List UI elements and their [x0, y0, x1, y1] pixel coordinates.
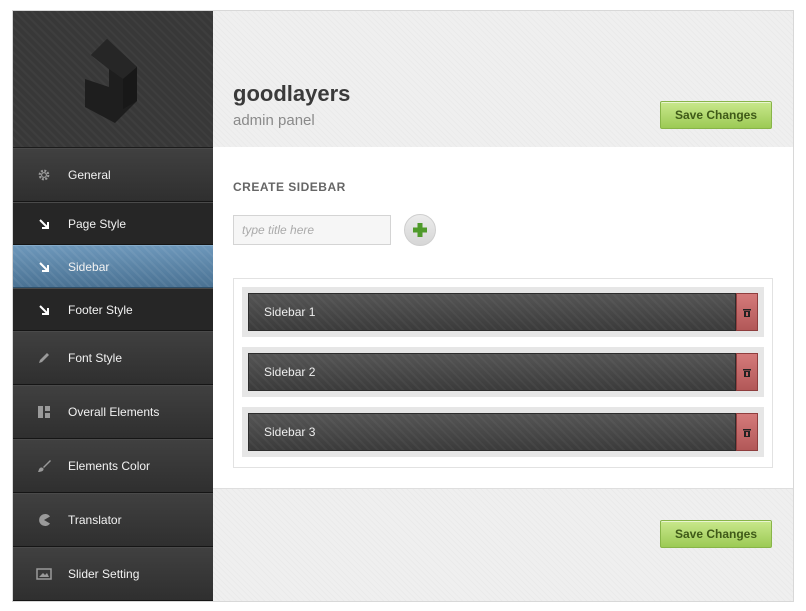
main-content: CREATE SIDEBAR Sidebar 1 Sidebar 2 Sideb…: [213, 147, 793, 489]
admin-panel: General Page Style Sidebar Footer Style: [13, 11, 793, 601]
sidebar-item-general[interactable]: General: [13, 148, 213, 202]
sidebar-item-bar[interactable]: Sidebar 2: [248, 353, 736, 391]
arrow-down-right-icon: [36, 259, 52, 275]
section-title: CREATE SIDEBAR: [233, 180, 346, 194]
sidebar-item-bar[interactable]: Sidebar 1: [248, 293, 736, 331]
sidebar-item-translator[interactable]: Translator: [13, 493, 213, 547]
sidebar-item-label: Font Style: [68, 351, 123, 365]
add-sidebar-button[interactable]: [404, 214, 436, 246]
sidebar: General Page Style Sidebar Footer Style: [13, 11, 213, 601]
pencil-icon: [36, 350, 52, 366]
sidebar-item-label: Footer Style: [68, 302, 133, 317]
trash-icon: [743, 428, 751, 437]
sidebar-item-page-style[interactable]: Page Style: [13, 202, 213, 245]
sidebar-list-item: Sidebar 3: [242, 407, 764, 457]
trash-icon: [743, 368, 751, 377]
arrow-down-right-icon: [36, 216, 52, 232]
footer: Save Changes: [213, 489, 793, 601]
delete-sidebar-button[interactable]: [736, 293, 758, 331]
sidebar-item-font-style[interactable]: Font Style: [13, 331, 213, 385]
sidebar-list: Sidebar 1 Sidebar 2 Sidebar 3: [233, 278, 773, 468]
sidebar-item-bar[interactable]: Sidebar 3: [248, 413, 736, 451]
plus-icon: [413, 223, 427, 237]
sidebar-list-item: Sidebar 1: [242, 287, 764, 337]
slider-icon: [36, 566, 52, 582]
sidebar-item-label: Slider Setting: [68, 567, 140, 581]
sidebar-item-overall-elements[interactable]: Overall Elements: [13, 385, 213, 439]
page-subtitle: admin panel: [233, 112, 315, 129]
sidebar-item-footer-style[interactable]: Footer Style: [13, 288, 213, 331]
brush-icon: [36, 458, 52, 474]
pacman-icon: [36, 512, 52, 528]
goodlayers-logo-icon: [85, 39, 137, 123]
sidebar-item-label: Elements Color: [68, 459, 151, 473]
page-title: goodlayers: [233, 81, 351, 106]
sidebar-item-sidebar[interactable]: Sidebar: [13, 245, 213, 288]
logo-area: [13, 11, 213, 148]
sidebar-item-elements-color[interactable]: Elements Color: [13, 439, 213, 493]
gear-icon: [36, 167, 52, 183]
layout-icon: [36, 404, 52, 420]
sidebar-item-label: General: [68, 168, 111, 182]
sidebar-list-item: Sidebar 2: [242, 347, 764, 397]
header: goodlayers admin panel Save Changes: [213, 11, 793, 148]
sidebar-item-label: Page Style: [68, 216, 127, 231]
arrow-down-right-icon: [36, 302, 52, 318]
sidebar-item-slider-setting[interactable]: Slider Setting: [13, 547, 213, 601]
sidebar-item-label: Sidebar: [68, 259, 110, 274]
trash-icon: [743, 308, 751, 317]
sidebar-title-input[interactable]: [233, 215, 391, 245]
delete-sidebar-button[interactable]: [736, 413, 758, 451]
delete-sidebar-button[interactable]: [736, 353, 758, 391]
sidebar-item-label: Overall Elements: [68, 405, 160, 419]
save-button-top[interactable]: Save Changes: [660, 101, 772, 129]
sidebar-item-label: Translator: [68, 513, 122, 527]
save-button-bottom[interactable]: Save Changes: [660, 520, 772, 548]
